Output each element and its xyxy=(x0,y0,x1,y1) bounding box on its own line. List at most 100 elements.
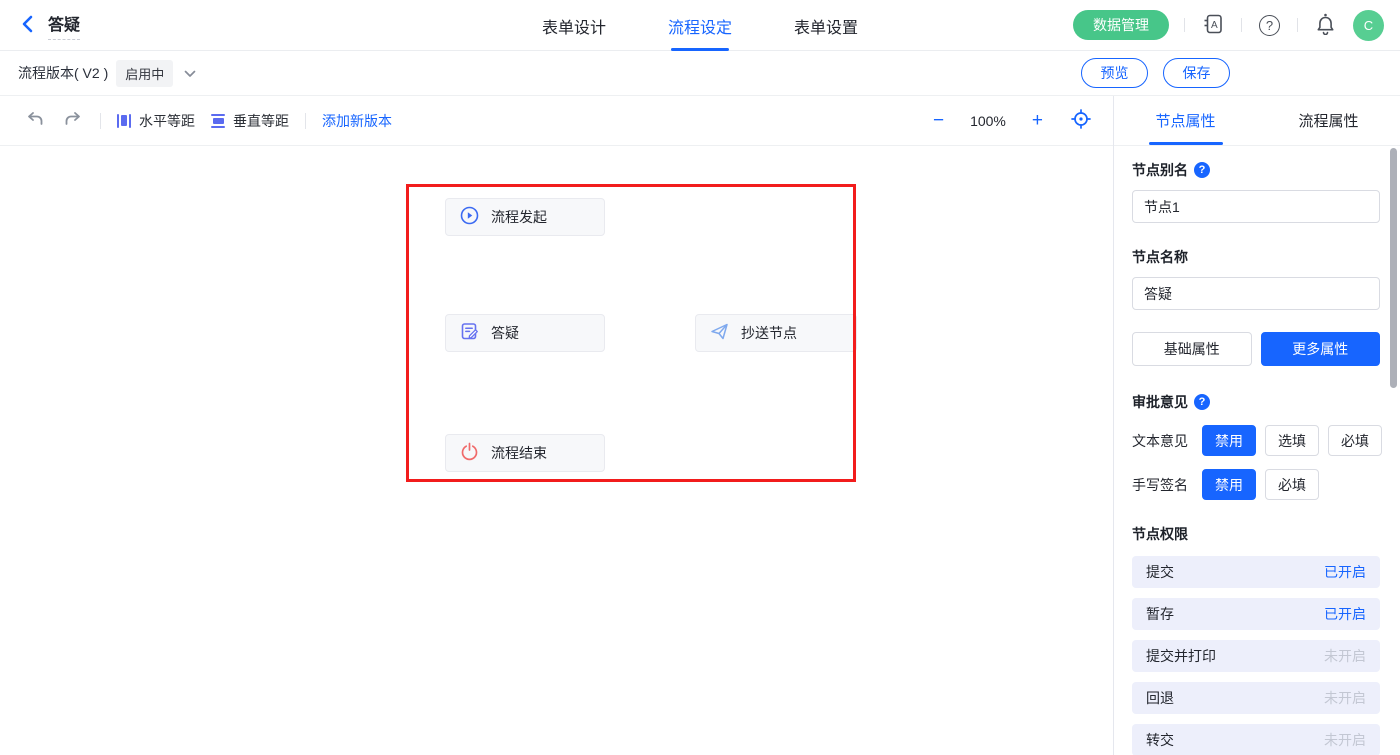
page-title: 答疑 xyxy=(48,11,80,40)
divider xyxy=(1241,18,1242,32)
flow-node-start[interactable]: 流程发起 xyxy=(445,198,605,236)
divider xyxy=(100,113,101,129)
text-opinion-disable-button[interactable]: 禁用 xyxy=(1202,425,1256,456)
panel-body: 节点别名 ? 节点名称 基础属性 更多属性 审批意见 ? 文本意见 xyxy=(1114,146,1400,755)
help-question-icon[interactable]: ? xyxy=(1194,394,1210,410)
status-badge: 启用中 xyxy=(116,60,173,87)
user-avatar[interactable]: C xyxy=(1353,10,1384,41)
version-bar: 流程版本( V2 ) 启用中 预览 保存 xyxy=(0,51,1400,96)
zoom-in-button[interactable]: + xyxy=(1032,111,1043,130)
flow-canvas[interactable]: 流程发起 答疑 xyxy=(0,146,1113,755)
data-manage-button[interactable]: 数据管理 xyxy=(1073,10,1169,40)
zoom-controls: − 100% + xyxy=(933,107,1093,134)
app-window: 答疑 表单设计 流程设定 表单设置 数据管理 A xyxy=(0,0,1400,755)
fit-view-button[interactable] xyxy=(1069,107,1093,134)
approval-section-row: 审批意见 ? xyxy=(1132,392,1380,412)
tab-flow-properties[interactable]: 流程属性 xyxy=(1257,96,1400,145)
node-alias-label: 节点别名 xyxy=(1132,160,1188,180)
contacts-button[interactable]: A xyxy=(1200,11,1226,40)
zoom-level: 100% xyxy=(970,113,1006,129)
permission-row-submit[interactable]: 提交 已开启 xyxy=(1132,556,1380,588)
canvas-toolbar: 水平等距 垂直等距 添加新版本 − 100% + xyxy=(0,96,1113,146)
tab-flow-settings[interactable]: 流程设定 xyxy=(668,0,732,51)
text-opinion-optional-button[interactable]: 选填 xyxy=(1265,425,1319,456)
undo-icon xyxy=(26,111,44,130)
redo-button[interactable] xyxy=(62,109,84,132)
permissions-section-label: 节点权限 xyxy=(1132,524,1188,544)
add-version-button[interactable]: 添加新版本 xyxy=(322,111,392,131)
paper-plane-icon xyxy=(710,322,729,344)
flow-node-answer[interactable]: 答疑 xyxy=(445,314,605,352)
node-name-label-row: 节点名称 xyxy=(1132,247,1380,267)
more-properties-button[interactable]: 更多属性 xyxy=(1261,332,1381,366)
permission-name: 暂存 xyxy=(1146,604,1174,624)
permission-name: 提交 xyxy=(1146,562,1174,582)
flow-connectors xyxy=(0,146,300,296)
flow-node-label: 流程结束 xyxy=(491,443,547,463)
zoom-out-button[interactable]: − xyxy=(933,111,944,130)
flow-node-label: 答疑 xyxy=(491,323,519,343)
text-opinion-required-button[interactable]: 必填 xyxy=(1328,425,1382,456)
permission-row-rollback[interactable]: 回退 未开启 xyxy=(1132,682,1380,714)
basic-properties-button[interactable]: 基础属性 xyxy=(1132,332,1252,366)
notifications-button[interactable] xyxy=(1313,11,1338,40)
node-alias-input[interactable] xyxy=(1132,190,1380,223)
panel-tabs: 节点属性 流程属性 xyxy=(1114,96,1400,146)
permission-row-transfer[interactable]: 转交 未开启 xyxy=(1132,724,1380,755)
main-area: 水平等距 垂直等距 添加新版本 − 100% + xyxy=(0,96,1400,755)
signature-row: 手写签名 禁用 必填 xyxy=(1132,469,1380,500)
back-button[interactable] xyxy=(16,11,40,40)
distribute-horizontal-label: 水平等距 xyxy=(139,111,195,131)
panel-scrollbar-thumb[interactable] xyxy=(1390,148,1397,388)
flow-node-label: 抄送节点 xyxy=(741,323,797,343)
version-label: 流程版本( V2 ) xyxy=(18,63,108,83)
version-actions: 预览 保存 xyxy=(1081,58,1230,88)
signature-options: 禁用 必填 xyxy=(1202,469,1319,500)
edit-document-icon xyxy=(460,322,479,344)
permission-status: 未开启 xyxy=(1324,646,1366,666)
permission-row-submit-print[interactable]: 提交并打印 未开启 xyxy=(1132,640,1380,672)
help-question-icon[interactable]: ? xyxy=(1194,162,1210,178)
tab-node-properties[interactable]: 节点属性 xyxy=(1114,96,1257,145)
text-opinion-row: 文本意见 禁用 选填 必填 xyxy=(1132,425,1380,456)
permission-name: 回退 xyxy=(1146,688,1174,708)
save-button[interactable]: 保存 xyxy=(1163,58,1230,88)
signature-required-button[interactable]: 必填 xyxy=(1265,469,1319,500)
permission-status: 已开启 xyxy=(1324,562,1366,582)
permission-name: 提交并打印 xyxy=(1146,646,1216,666)
tab-form-config[interactable]: 表单设置 xyxy=(794,0,858,51)
flow-node-end[interactable]: 流程结束 xyxy=(445,434,605,472)
permission-status: 未开启 xyxy=(1324,688,1366,708)
tab-form-design[interactable]: 表单设计 xyxy=(542,0,606,51)
divider xyxy=(1184,18,1185,32)
flow-node-cc[interactable]: 抄送节点 xyxy=(695,314,857,352)
undo-button[interactable] xyxy=(24,109,46,132)
preview-button[interactable]: 预览 xyxy=(1081,58,1148,88)
node-name-input[interactable] xyxy=(1132,277,1380,310)
permission-name: 转交 xyxy=(1146,730,1174,750)
chevron-left-icon xyxy=(20,15,36,36)
distribute-horizontal-icon xyxy=(117,114,131,128)
permissions-section-row: 节点权限 xyxy=(1132,524,1380,544)
power-icon xyxy=(460,442,479,464)
flow-node-label: 流程发起 xyxy=(491,207,547,227)
node-alias-label-row: 节点别名 ? xyxy=(1132,160,1380,180)
distribute-vertical-label: 垂直等距 xyxy=(233,111,289,131)
divider xyxy=(305,113,306,129)
signature-label: 手写签名 xyxy=(1132,475,1202,495)
help-button[interactable]: ? xyxy=(1257,13,1282,38)
distribute-horizontal-button[interactable]: 水平等距 xyxy=(117,111,195,131)
canvas-column: 水平等距 垂直等距 添加新版本 − 100% + xyxy=(0,96,1114,755)
question-circle-icon: ? xyxy=(1259,15,1280,36)
play-circle-icon xyxy=(460,206,479,228)
permission-row-save-draft[interactable]: 暂存 已开启 xyxy=(1132,598,1380,630)
approval-section-label: 审批意见 xyxy=(1132,392,1188,412)
text-opinion-label: 文本意见 xyxy=(1132,431,1202,451)
distribute-vertical-button[interactable]: 垂直等距 xyxy=(211,111,289,131)
top-header: 答疑 表单设计 流程设定 表单设置 数据管理 A xyxy=(0,0,1400,51)
header-actions: 数据管理 A ? xyxy=(1073,10,1384,41)
divider xyxy=(1297,18,1298,32)
version-dropdown-button[interactable] xyxy=(182,64,198,83)
signature-disable-button[interactable]: 禁用 xyxy=(1202,469,1256,500)
distribute-vertical-icon xyxy=(211,114,225,128)
